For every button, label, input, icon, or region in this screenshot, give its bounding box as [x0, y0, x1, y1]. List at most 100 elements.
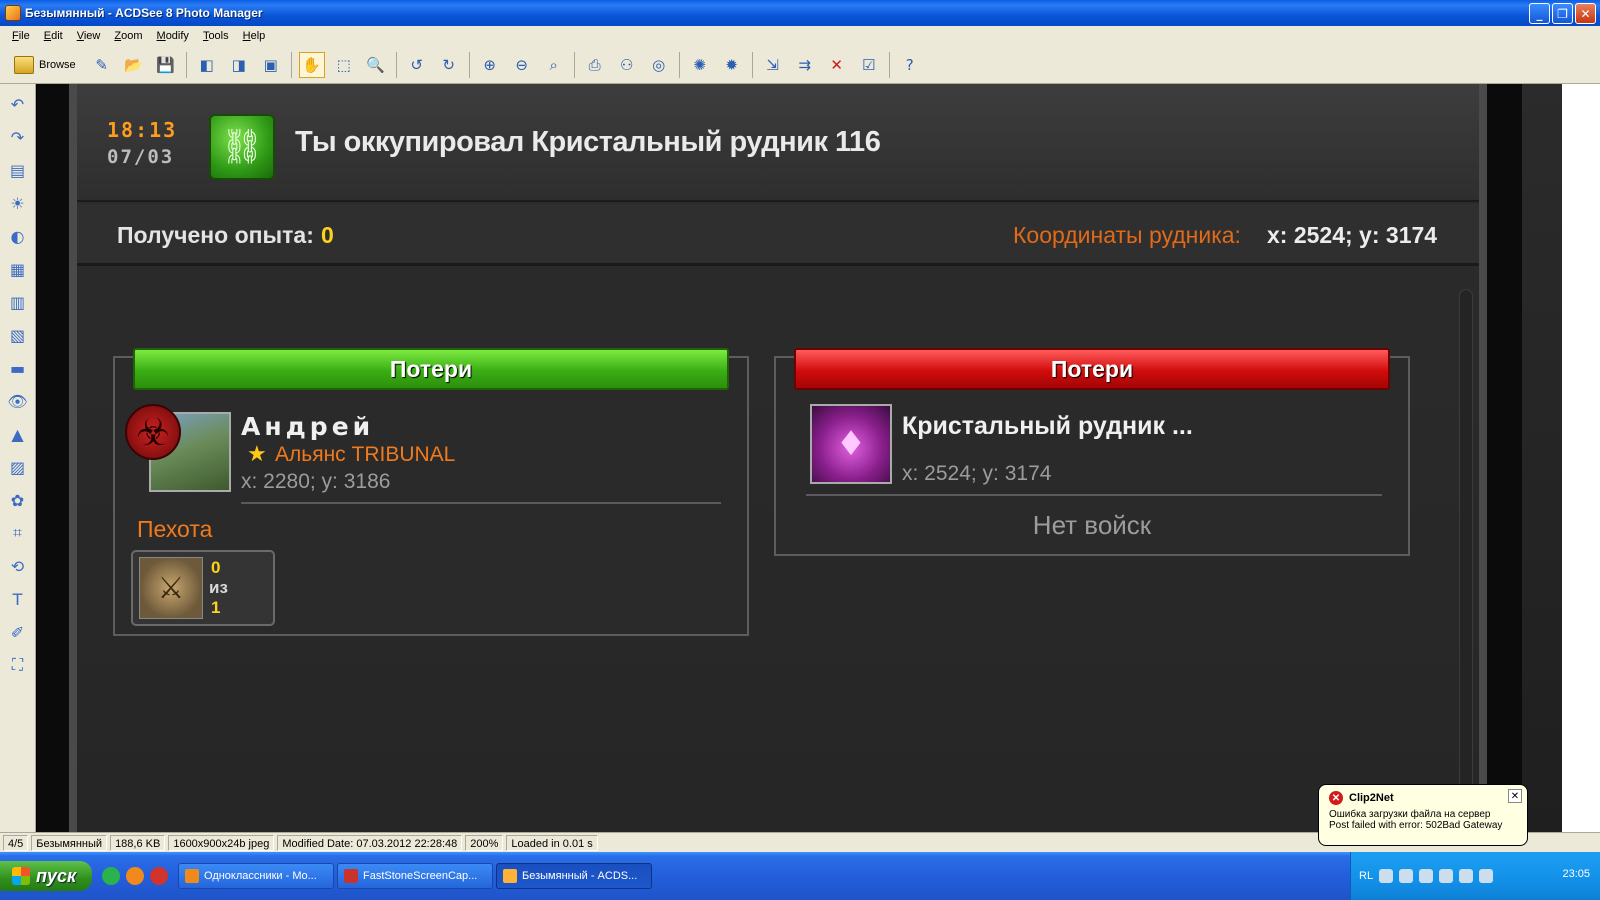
alliance-name[interactable]: Альянс TRIBUNAL: [275, 443, 455, 467]
crop-icon[interactable]: ⌗: [8, 523, 28, 543]
move-to-folder-icon[interactable]: ⇲: [760, 52, 786, 78]
player-avatar-group: ☣: [125, 404, 235, 492]
hand-tool-icon[interactable]: ✋: [298, 51, 325, 78]
balloon-line2: Post failed with error: 502Bad Gateway: [1329, 820, 1503, 831]
clock: 23:05: [1562, 868, 1590, 880]
slideshow-icon[interactable]: ▣: [258, 52, 284, 78]
status-modified: Modified Date: 07.03.2012 22:28:48: [277, 834, 463, 851]
menu-tools[interactable]: Tools: [203, 30, 229, 42]
minimize-button[interactable]: _: [1529, 3, 1550, 24]
menu-edit[interactable]: Edit: [44, 30, 63, 42]
volume-icon[interactable]: [1459, 869, 1474, 883]
zoom-out-icon[interactable]: ⊖: [509, 52, 535, 78]
prev-image-icon[interactable]: ◧: [194, 52, 220, 78]
undo-icon[interactable]: ↶: [8, 94, 28, 114]
resize-icon[interactable]: ⛶: [8, 655, 28, 675]
text-tool-icon[interactable]: T: [8, 589, 28, 609]
menu-zoom[interactable]: Zoom: [114, 30, 142, 42]
clip2net-tray-icon[interactable]: [1479, 869, 1494, 883]
magnifier-icon[interactable]: 🔍: [363, 52, 389, 78]
clip2net-balloon[interactable]: ✕ Clip2Net Ошибка загрузки файла на серв…: [1318, 784, 1528, 846]
zoom-menu-icon[interactable]: ⌕: [541, 52, 567, 78]
email-icon[interactable]: ◎: [646, 52, 672, 78]
print-icon[interactable]: ⎙: [582, 52, 608, 78]
browse-label: Browse: [39, 58, 76, 71]
browser-icon: [185, 869, 199, 883]
language-indicator[interactable]: RL: [1359, 870, 1373, 882]
close-button[interactable]: ✕: [1575, 3, 1596, 24]
unit-of-label: из: [209, 578, 228, 597]
delete-icon[interactable]: ✕: [824, 52, 850, 78]
mine-name[interactable]: Кристальный рудник ...: [902, 412, 1193, 441]
zoom-in-icon[interactable]: ⊕: [477, 52, 503, 78]
menu-help[interactable]: Help: [243, 30, 266, 42]
auto-levels-icon[interactable]: ▤: [8, 160, 28, 180]
report-header: 18:13 07/03 ⛓ Ты оккупировал Кристальный…: [77, 84, 1479, 202]
enhance-icon[interactable]: ✺: [687, 52, 713, 78]
open-folder-icon[interactable]: 📂: [121, 52, 147, 78]
divider: [806, 494, 1382, 496]
levels-icon[interactable]: ▥: [8, 292, 28, 312]
menu-view[interactable]: View: [77, 30, 101, 42]
task-label: Безымянный - ACDS...: [522, 870, 638, 882]
icq-icon[interactable]: [102, 867, 120, 885]
image-icon[interactable]: ▦: [8, 259, 28, 279]
rotate-left-icon[interactable]: ↺: [404, 52, 430, 78]
repair-tool-icon[interactable]: ✐: [8, 622, 28, 642]
player-name[interactable]: Андрей: [241, 412, 374, 441]
redo-icon[interactable]: ↷: [8, 127, 28, 147]
sharpen-icon[interactable]: ▲: [8, 424, 28, 444]
opera-icon[interactable]: [150, 867, 168, 885]
antivirus-icon[interactable]: [1439, 869, 1454, 883]
status-loaded: Loaded in 0.01 s: [506, 834, 598, 851]
taskbar-item-acdsee[interactable]: Безымянный - ACDS...: [496, 863, 652, 889]
menu-bar: File Edit View Zoom Modify Tools Help: [0, 26, 1600, 46]
effects-filter-icon[interactable]: ✿: [8, 490, 28, 510]
copy-to-folder-icon[interactable]: ⇉: [792, 52, 818, 78]
balloon-close-button[interactable]: ✕: [1508, 789, 1522, 803]
report-scrollbar[interactable]: [1459, 289, 1473, 829]
menu-file[interactable]: File: [12, 30, 30, 42]
color-balance-icon[interactable]: ▧: [8, 325, 28, 345]
start-button[interactable]: пуск: [0, 861, 92, 891]
contrast-icon[interactable]: ◐: [8, 226, 28, 246]
biohazard-emblem-icon: ☣: [125, 404, 181, 460]
save-icon[interactable]: 💾: [153, 52, 179, 78]
noise-icon[interactable]: ▨: [8, 457, 28, 477]
security-shield-icon[interactable]: [1399, 869, 1414, 883]
effects-icon[interactable]: ✹: [719, 52, 745, 78]
toolbar-separator: [751, 51, 753, 78]
image-viewport[interactable]: 18:13 07/03 ⛓ Ты оккупировал Кристальный…: [37, 84, 1522, 832]
properties-icon[interactable]: ☑: [856, 52, 882, 78]
toolbar: Browse ✎ 📂 💾 ◧ ◨ ▣ ✋ ⬚ 🔍 ↺ ↻ ⊕ ⊖ ⌕ ⎙ ⚇ ◎…: [0, 46, 1600, 84]
player-coords[interactable]: x: 2280; y: 3186: [241, 470, 390, 494]
status-zoom: 200%: [465, 834, 504, 851]
mine-coords[interactable]: x: 2524; y: 3174: [902, 462, 1051, 486]
toolbar-separator: [573, 51, 575, 78]
menu-modify[interactable]: Modify: [157, 30, 189, 42]
attacker-losses-header: Потери: [133, 348, 729, 390]
help-icon[interactable]: ?: [897, 52, 923, 78]
unit-total-count: 1: [211, 598, 221, 617]
taskbar-item-faststone[interactable]: FastStoneScreenCap...: [337, 863, 493, 889]
rotate-right-icon[interactable]: ↻: [436, 52, 462, 78]
maximize-button[interactable]: ❐: [1552, 3, 1573, 24]
network-icon[interactable]: [1419, 869, 1434, 883]
taskbar-item-odnoklassniki[interactable]: Одноклассники - Mo...: [178, 863, 334, 889]
firefox-icon[interactable]: [126, 867, 144, 885]
edit-icon[interactable]: ✎: [89, 52, 115, 78]
start-label: пуск: [36, 865, 77, 886]
red-eye-icon[interactable]: 👁: [7, 391, 27, 411]
browse-button[interactable]: Browse: [14, 55, 76, 74]
status-filesize: 188,6 KB: [110, 834, 166, 851]
xp-value: 0: [321, 222, 334, 248]
gradient-icon[interactable]: ▬: [8, 358, 28, 378]
tray-chevron-icon[interactable]: [1379, 869, 1394, 883]
next-image-icon[interactable]: ◨: [226, 52, 252, 78]
unit-card: ⚔ 0 из 1: [131, 550, 275, 626]
brightness-icon[interactable]: ☀: [8, 193, 28, 213]
rotate-icon[interactable]: ⟲: [8, 556, 28, 576]
selection-tool-icon[interactable]: ⬚: [331, 52, 357, 78]
acquire-icon[interactable]: ⚇: [614, 52, 640, 78]
toolbar-separator: [185, 51, 187, 78]
